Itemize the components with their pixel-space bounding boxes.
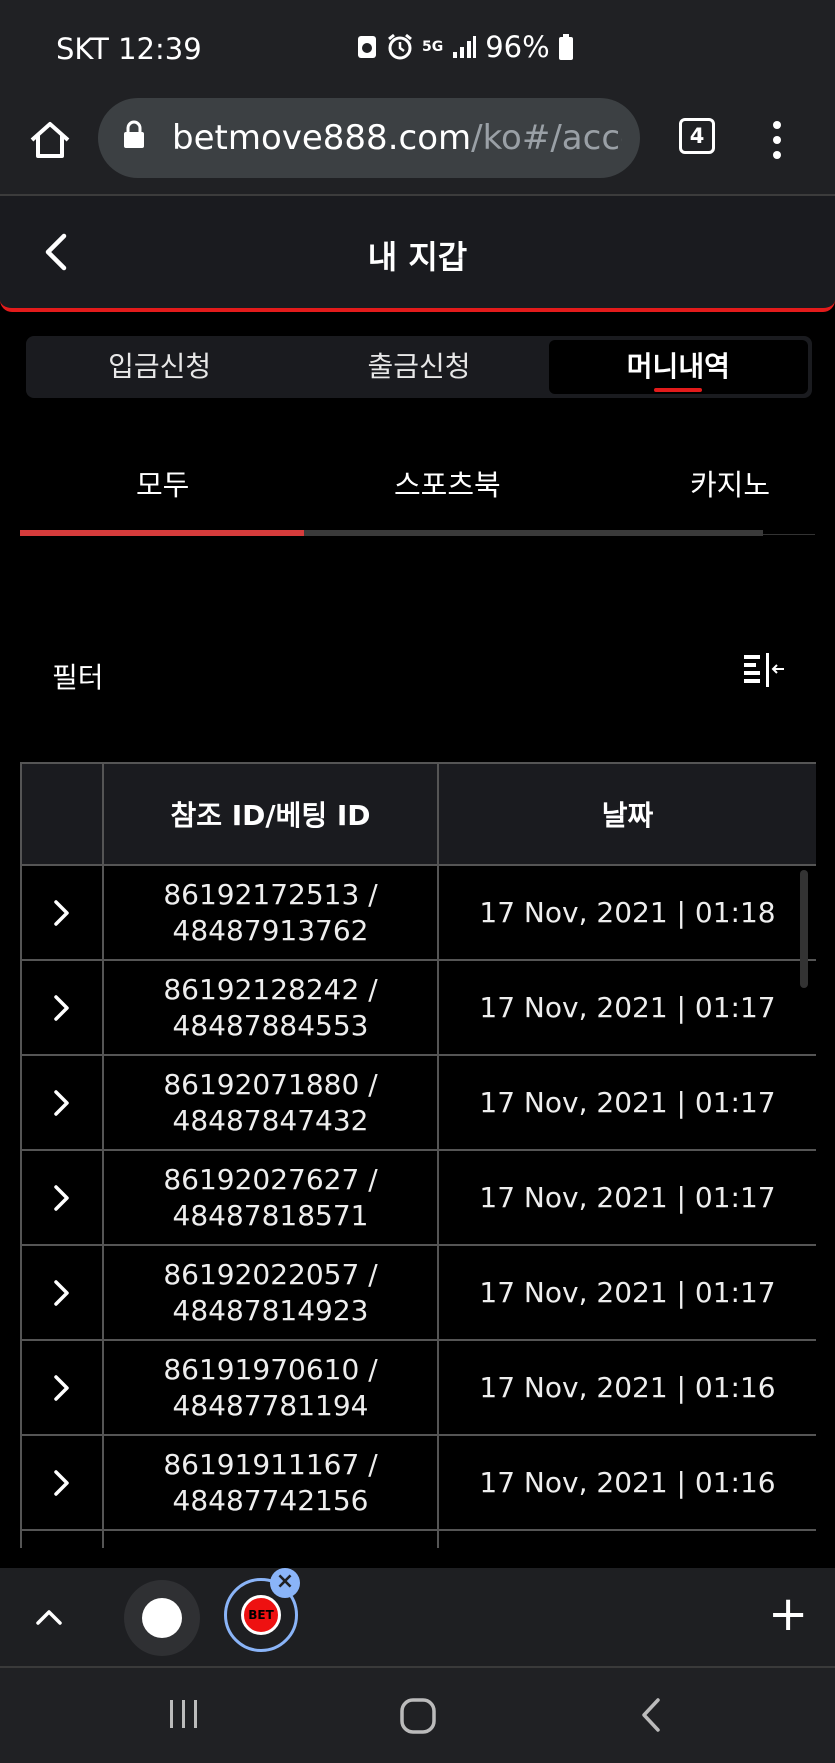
- expand-cell[interactable]: [20, 1434, 104, 1531]
- chevron-up-icon[interactable]: [32, 1600, 66, 1634]
- table-row[interactable]: 86191970610 /48487781194 17 Nov, 2021 | …: [20, 1339, 816, 1436]
- date-cell: 17 Nov, 2021 | 01:17: [437, 959, 816, 1056]
- category-tabs: 모두 스포츠북 카지노: [20, 450, 815, 540]
- browser-toolbar: betmove888.com/ko#/accou 4: [0, 98, 835, 196]
- date-cell: 17 Nov, 2021 | 01:17: [437, 1244, 816, 1341]
- chevron-right-icon: [54, 1089, 69, 1116]
- table-row[interactable]: 86192027627 /48487818571 17 Nov, 2021 | …: [20, 1149, 816, 1246]
- table-row[interactable]: 86192022057 /48487814923 17 Nov, 2021 | …: [20, 1244, 816, 1341]
- wallet-tabs: 입금신청 출금신청 머니내역: [26, 336, 812, 398]
- site-favicon-icon: [142, 1598, 182, 1638]
- filter-toggle-icon[interactable]: [742, 652, 786, 688]
- tab-money-history[interactable]: 머니내역: [548, 340, 808, 394]
- carrier-time: SKT 12:39: [56, 32, 202, 66]
- url-bar[interactable]: betmove888.com/ko#/accou: [98, 98, 640, 178]
- more-menu-icon[interactable]: [770, 120, 784, 160]
- table-header-row: 참조 ID/베팅 ID 날짜: [20, 762, 816, 866]
- url-text: betmove888.com/ko#/accou: [172, 118, 622, 158]
- home-nav-icon[interactable]: [398, 1696, 438, 1736]
- filter-label: 필터: [52, 661, 104, 694]
- ref-id-cell: 86192022057 /48487814923: [102, 1244, 439, 1341]
- network-type: 5G: [422, 39, 444, 55]
- recent-apps-icon[interactable]: [166, 1696, 202, 1732]
- ref-id-cell: 86191911167 /48487742156: [102, 1434, 439, 1531]
- battery-icon: [558, 34, 573, 60]
- ref-id-cell: [102, 1529, 439, 1548]
- status-bar: SKT 12:39 5G 96%: [0, 0, 835, 98]
- table-row[interactable]: 86191911167 /48487742156 17 Nov, 2021 | …: [20, 1434, 816, 1531]
- category-tab-sportsbook[interactable]: 스포츠북: [394, 462, 501, 504]
- ref-id-cell: 86191970610 /48487781194: [102, 1339, 439, 1436]
- table-row[interactable]: 86192128242 /48487884553 17 Nov, 2021 | …: [20, 959, 816, 1056]
- date-cell: 17 Nov, 2021 | 01:17: [437, 1054, 816, 1151]
- divider: [763, 534, 815, 535]
- category-active-indicator: [20, 530, 304, 536]
- expand-cell[interactable]: [20, 1054, 104, 1151]
- date-cell: 17 Nov, 2021 | 01:18: [437, 864, 816, 961]
- tab-bubble-1[interactable]: [124, 1580, 200, 1656]
- app-header: 내 지갑: [0, 196, 835, 312]
- recycle-icon: [358, 36, 376, 58]
- tab-deposit[interactable]: 입금신청: [30, 340, 289, 394]
- chevron-right-icon: [54, 1374, 69, 1401]
- tab-withdraw[interactable]: 출금신청: [289, 340, 548, 394]
- close-tab-icon[interactable]: ×: [270, 1568, 300, 1598]
- date-cell: 17 Nov, 2021 | 01:17: [437, 1149, 816, 1246]
- transaction-table: 참조 ID/베팅 ID 날짜 86192172513 /48487913762 …: [20, 762, 816, 1548]
- chevron-right-icon: [54, 1184, 69, 1211]
- expand-cell[interactable]: [20, 1529, 104, 1548]
- table-row[interactable]: [20, 1529, 816, 1548]
- expand-cell[interactable]: [20, 864, 104, 961]
- chevron-right-icon: [54, 899, 69, 926]
- chevron-right-icon: [54, 1469, 69, 1496]
- ref-id-cell: 86192128242 /48487884553: [102, 959, 439, 1056]
- system-nav-bar: [0, 1666, 835, 1763]
- ref-id-cell: 86192071880 /48487847432: [102, 1054, 439, 1151]
- ref-id-cell: 86192027627 /48487818571: [102, 1149, 439, 1246]
- back-nav-icon[interactable]: [636, 1696, 666, 1734]
- signal-icon: [453, 36, 477, 58]
- expand-cell[interactable]: [20, 959, 104, 1056]
- category-tab-all[interactable]: 모두: [136, 462, 189, 504]
- header-date: 날짜: [437, 762, 816, 866]
- tab-switcher-button[interactable]: 4: [679, 118, 715, 154]
- ref-id-cell: 86192172513 /48487913762: [102, 864, 439, 961]
- new-tab-button[interactable]: +: [768, 1590, 808, 1638]
- bet-favicon-icon: BET: [241, 1595, 281, 1635]
- page-title: 내 지갑: [367, 238, 468, 276]
- category-tab-casino[interactable]: 카지노: [690, 462, 770, 504]
- expand-cell[interactable]: [20, 1339, 104, 1436]
- alarm-icon: [388, 33, 412, 60]
- header-expand: [20, 762, 104, 866]
- chevron-right-icon: [54, 994, 69, 1021]
- date-cell: 17 Nov, 2021 | 01:16: [437, 1339, 816, 1436]
- browser-tab-strip: BET × +: [0, 1568, 835, 1666]
- table-row[interactable]: 86192172513 /48487913762 17 Nov, 2021 | …: [20, 864, 816, 961]
- lock-icon: [124, 120, 144, 148]
- table-row[interactable]: 86192071880 /48487847432 17 Nov, 2021 | …: [20, 1054, 816, 1151]
- header-ref-id: 참조 ID/베팅 ID: [102, 762, 439, 866]
- date-cell: 17 Nov, 2021 | 01:16: [437, 1434, 816, 1531]
- expand-cell[interactable]: [20, 1149, 104, 1246]
- table-scrollbar[interactable]: [800, 870, 808, 988]
- chevron-right-icon: [54, 1279, 69, 1306]
- battery-percent: 96%: [485, 30, 550, 64]
- date-cell: [437, 1529, 816, 1548]
- status-icons: 5G 96%: [356, 30, 574, 64]
- expand-cell[interactable]: [20, 1244, 104, 1341]
- home-icon[interactable]: [26, 116, 74, 164]
